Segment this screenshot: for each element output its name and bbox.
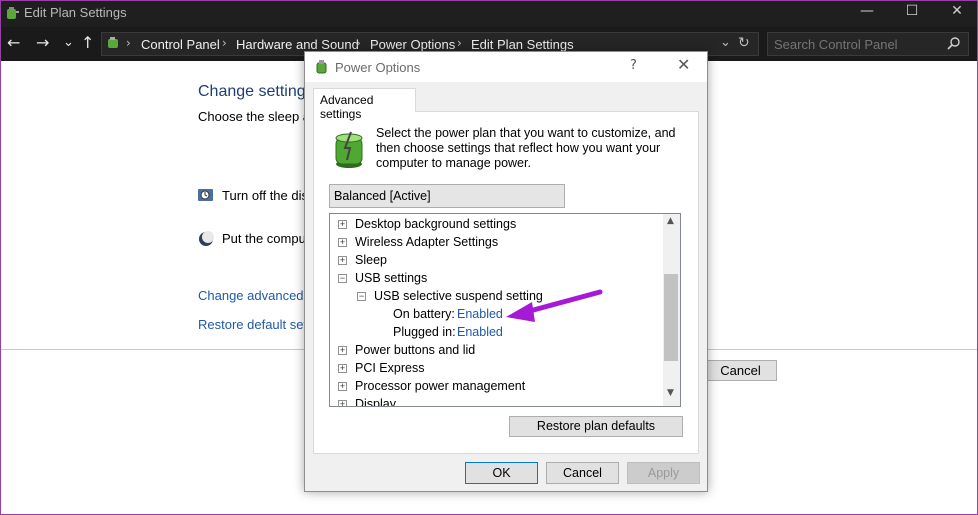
- minimize-button[interactable]: —: [844, 1, 890, 23]
- search-input[interactable]: [774, 36, 944, 52]
- breadcrumb-edit-plan-settings[interactable]: Edit Plan Settings: [471, 37, 574, 52]
- tree-item-label: Display: [355, 397, 396, 407]
- on-battery-value[interactable]: Enabled: [457, 306, 503, 322]
- tree-scrollbar[interactable]: ▲ ▼: [663, 214, 680, 406]
- breadcrumb-power-options[interactable]: Power Options: [370, 37, 455, 52]
- tree-item-label: PCI Express: [355, 361, 425, 375]
- plugged-in-value[interactable]: Enabled: [457, 324, 503, 340]
- close-button[interactable]: ✕: [934, 1, 978, 23]
- sleep-icon: [199, 231, 214, 246]
- annotation-arrow-icon: [506, 289, 603, 322]
- expand-icon[interactable]: +: [338, 238, 347, 247]
- dialog-title: Power Options: [335, 60, 421, 75]
- power-options-icon: [7, 7, 19, 19]
- restore-plan-defaults-button[interactable]: Restore plan defaults: [509, 416, 683, 437]
- chevron-right-icon: ›: [457, 36, 462, 50]
- chevron-down-icon: ⌵: [334, 188, 343, 200]
- tab-advanced-settings[interactable]: Advanced settings: [313, 88, 416, 121]
- apply-button[interactable]: Apply: [627, 462, 700, 484]
- scrollbar-thumb[interactable]: [664, 274, 678, 361]
- collapse-icon[interactable]: −: [357, 292, 366, 301]
- expand-icon[interactable]: +: [338, 346, 347, 355]
- breadcrumb-hardware-and-sound[interactable]: Hardware and Sound: [236, 37, 359, 52]
- background-cancel-button[interactable]: Cancel: [704, 360, 777, 381]
- refresh-button[interactable]: ↻: [738, 35, 750, 51]
- expand-icon[interactable]: +: [338, 400, 347, 406]
- battery-icon: [316, 60, 327, 74]
- dialog-intro-text: Select the power plan that you want to c…: [376, 126, 676, 170]
- control-panel-icon: [108, 37, 118, 48]
- tree-item-label: Desktop background settings: [355, 217, 517, 231]
- chevron-right-icon: ›: [126, 36, 131, 50]
- recent-locations-button[interactable]: ⌄: [63, 34, 74, 52]
- collapse-icon[interactable]: −: [338, 274, 347, 283]
- forward-button[interactable]: →: [36, 34, 49, 52]
- search-box[interactable]: [767, 32, 969, 56]
- chevron-right-icon: ›: [222, 36, 227, 50]
- window-title: Edit Plan Settings: [24, 5, 127, 20]
- chevron-right-icon: ›: [356, 36, 361, 50]
- tab-label: Advanced settings: [320, 93, 374, 121]
- ok-button[interactable]: OK: [465, 462, 538, 484]
- power-plan-icon: [335, 131, 363, 168]
- restore-default-settings-link[interactable]: Restore default settin: [198, 317, 321, 332]
- tree-item-label: Power buttons and lid: [355, 343, 476, 357]
- scroll-down-icon[interactable]: ▼: [667, 388, 674, 398]
- expand-icon[interactable]: +: [338, 220, 347, 229]
- expand-icon[interactable]: +: [338, 256, 347, 265]
- power-options-dialog: Power Options ? ✕ Advanced settings Sele…: [304, 51, 708, 492]
- help-button[interactable]: ?: [630, 58, 637, 73]
- expand-icon[interactable]: +: [338, 382, 347, 391]
- tree-item-label: Sleep: [355, 253, 387, 267]
- breadcrumb-control-panel[interactable]: Control Panel: [141, 37, 220, 52]
- title-bar: Edit Plan Settings — ☐ ✕: [1, 1, 977, 27]
- tree-item-label: Processor power management: [355, 379, 526, 393]
- address-dropdown-button[interactable]: ⌄: [720, 35, 731, 50]
- back-button[interactable]: ←: [7, 34, 20, 52]
- tree-item-label: USB settings: [355, 271, 428, 285]
- setting-label: On battery:: [393, 307, 455, 321]
- expand-icon[interactable]: +: [338, 364, 347, 373]
- sleep-setting-label: Put the comput: [222, 231, 310, 246]
- scroll-up-icon[interactable]: ▲: [667, 216, 674, 226]
- maximize-button[interactable]: ☐: [889, 1, 935, 23]
- display-setting-label: Turn off the disp: [222, 188, 316, 203]
- page-heading: Change settings: [198, 83, 314, 100]
- search-icon[interactable]: [946, 36, 962, 52]
- tree-item-label: Wireless Adapter Settings: [355, 235, 499, 249]
- dialog-close-button[interactable]: ✕: [677, 55, 690, 74]
- setting-label: Plugged in:: [393, 325, 456, 339]
- up-button[interactable]: ↑: [81, 34, 94, 52]
- display-icon: [198, 189, 213, 201]
- cancel-button[interactable]: Cancel: [546, 462, 619, 484]
- dialog-title-bar: Power Options ? ✕: [305, 52, 707, 82]
- power-plan-select[interactable]: Balanced [Active] ⌵: [329, 184, 565, 208]
